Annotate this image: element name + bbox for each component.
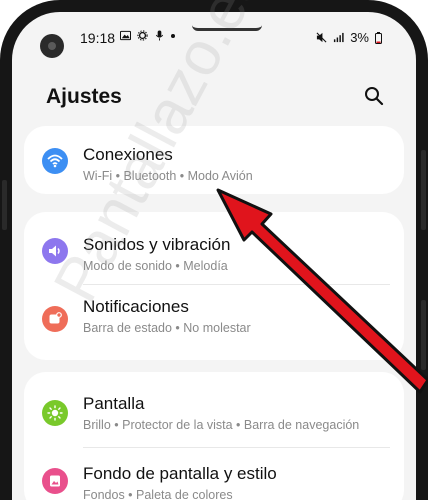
side-key — [421, 300, 426, 370]
settings-gear-icon — [137, 30, 148, 41]
settings-item-sounds[interactable]: Sonidos y vibración Modo de sonido • Mel… — [24, 218, 404, 282]
microphone-icon — [155, 30, 164, 41]
settings-item-subtitle: Fondos • Paleta de colores — [83, 488, 233, 500]
search-icon — [365, 87, 384, 106]
settings-item-title: Conexiones — [83, 145, 173, 164]
settings-item-subtitle: Modo de sonido • Melodía — [83, 259, 228, 273]
search-button[interactable] — [362, 84, 386, 108]
brightness-icon — [42, 400, 68, 426]
settings-card-display-wallpaper: Pantalla Brillo • Protector de la vista … — [24, 372, 404, 500]
settings-card-connections: Conexiones Wi-Fi • Bluetooth • Modo Avió… — [24, 126, 404, 194]
settings-item-title: Pantalla — [83, 394, 145, 413]
battery-percentage: 3% — [350, 30, 369, 45]
settings-item-title: Sonidos y vibración — [83, 235, 231, 254]
phone-screen: 19:18 3% Ajustes Conexiones Wi-Fi • Blue… — [12, 12, 416, 500]
wifi-icon — [42, 148, 68, 174]
notification-icon — [42, 306, 68, 332]
mute-icon — [316, 32, 327, 43]
speaker-icon — [42, 238, 68, 264]
settings-item-subtitle: Barra de estado • No molestar — [83, 321, 251, 335]
settings-item-wallpaper[interactable]: Fondo de pantalla y estilo Fondos • Pale… — [24, 448, 404, 500]
settings-item-title: Fondo de pantalla y estilo — [83, 464, 277, 483]
image-icon — [120, 30, 131, 41]
status-bar: 19:18 3% — [12, 26, 416, 58]
signal-icon — [334, 32, 344, 43]
wallpaper-icon — [42, 468, 68, 494]
front-camera — [40, 34, 64, 58]
settings-item-subtitle: Wi-Fi • Bluetooth • Modo Avión — [83, 169, 253, 183]
more-notifications-dot — [171, 33, 175, 38]
settings-item-display[interactable]: Pantalla Brillo • Protector de la vista … — [24, 376, 404, 440]
settings-item-connections[interactable]: Conexiones Wi-Fi • Bluetooth • Modo Avió… — [24, 128, 404, 192]
settings-item-notifications[interactable]: Notificaciones Barra de estado • No mole… — [24, 286, 404, 350]
status-time: 19:18 — [80, 30, 116, 46]
divider — [83, 284, 390, 285]
page-title: Ajustes — [46, 85, 122, 108]
power-button — [421, 150, 426, 230]
battery-icon — [375, 31, 382, 44]
settings-item-subtitle: Brillo • Protector de la vista • Barra d… — [83, 418, 360, 432]
settings-card-sound-notifications: Sonidos y vibración Modo de sonido • Mel… — [24, 212, 404, 360]
volume-button — [2, 180, 7, 230]
settings-item-title: Notificaciones — [83, 297, 189, 316]
status-system-icons: 3% — [316, 30, 382, 45]
status-notification-icons — [120, 30, 175, 41]
